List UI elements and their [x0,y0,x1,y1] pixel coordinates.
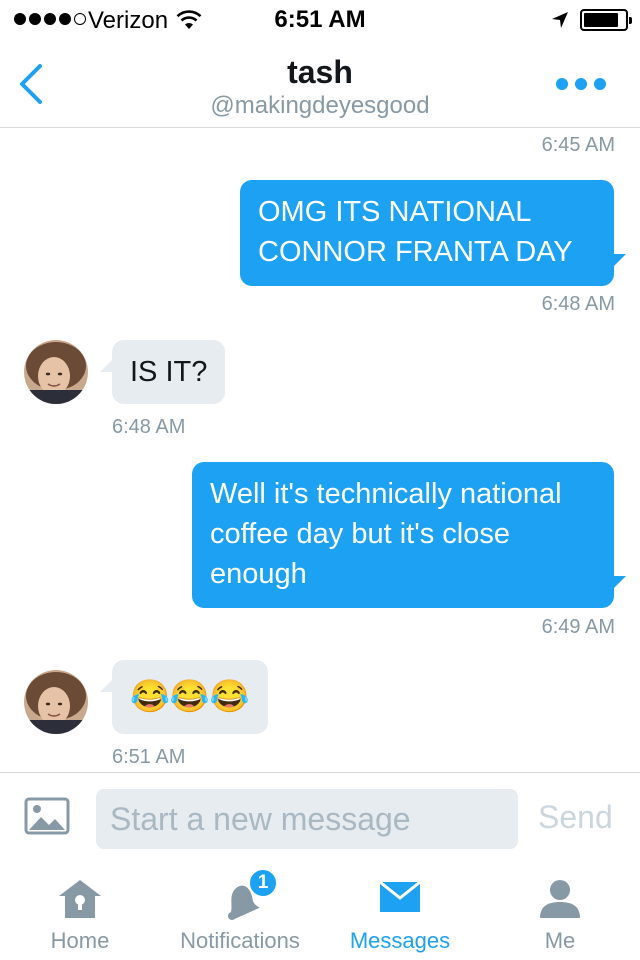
message-text: Well it's technically national coffee da… [210,478,562,590]
more-options-icon[interactable] [556,78,606,90]
incoming-message-bubble[interactable]: 😂😂😂 [100,660,268,734]
status-bar: Verizon 6:51 AM [0,0,640,40]
status-time: 6:51 AM [274,6,366,33]
tab-label: Notifications [180,928,300,953]
tab-messages[interactable]: Messages [320,864,480,960]
message-timestamp: 6:48 AM [541,293,615,315]
conversation-handle: @makingdeyesgood [210,92,430,119]
add-photo-icon[interactable] [24,797,70,840]
compose-bar: Start a new message Send [0,772,640,864]
outgoing-message-bubble[interactable]: Well it's technically national coffee da… [192,462,626,608]
emoji-message-text: 😂😂😂 [130,678,250,714]
home-icon [57,878,103,925]
person-icon [538,878,582,925]
location-arrow-icon [550,10,570,35]
message-timestamp: 6:49 AM [541,616,615,638]
conversation-header: tash @makingdeyesgood [0,40,640,128]
send-button[interactable]: Send [538,799,613,836]
message-text: OMG ITS NATIONAL CONNOR FRANTA DAY [258,196,573,268]
tab-label: Messages [349,928,451,953]
envelope-icon [378,878,422,919]
tab-notifications[interactable]: 1 Notifications [160,864,320,960]
outgoing-message-bubble[interactable]: OMG ITS NATIONAL CONNOR FRANTA DAY [240,180,626,286]
message-input[interactable]: Start a new message [96,789,518,849]
tab-me[interactable]: Me [480,864,640,960]
message-text: IS IT? [130,356,208,388]
message-timestamp: 6:48 AM [112,416,186,438]
tab-bar: Home 1 Notifications Messages Me [0,864,640,960]
message-timestamp: 6:51 AM [112,746,186,768]
avatar[interactable] [24,340,88,404]
tab-label: Home [50,928,110,953]
tab-label: Me [544,928,576,953]
tab-home[interactable]: Home [0,864,160,960]
avatar[interactable] [24,670,88,734]
notification-badge: 1 [248,868,278,898]
message-timestamp: 6:45 AM [541,134,615,156]
conversation-title: tash [287,54,353,90]
battery-icon [580,9,632,31]
incoming-message-bubble[interactable]: IS IT? [100,340,226,404]
